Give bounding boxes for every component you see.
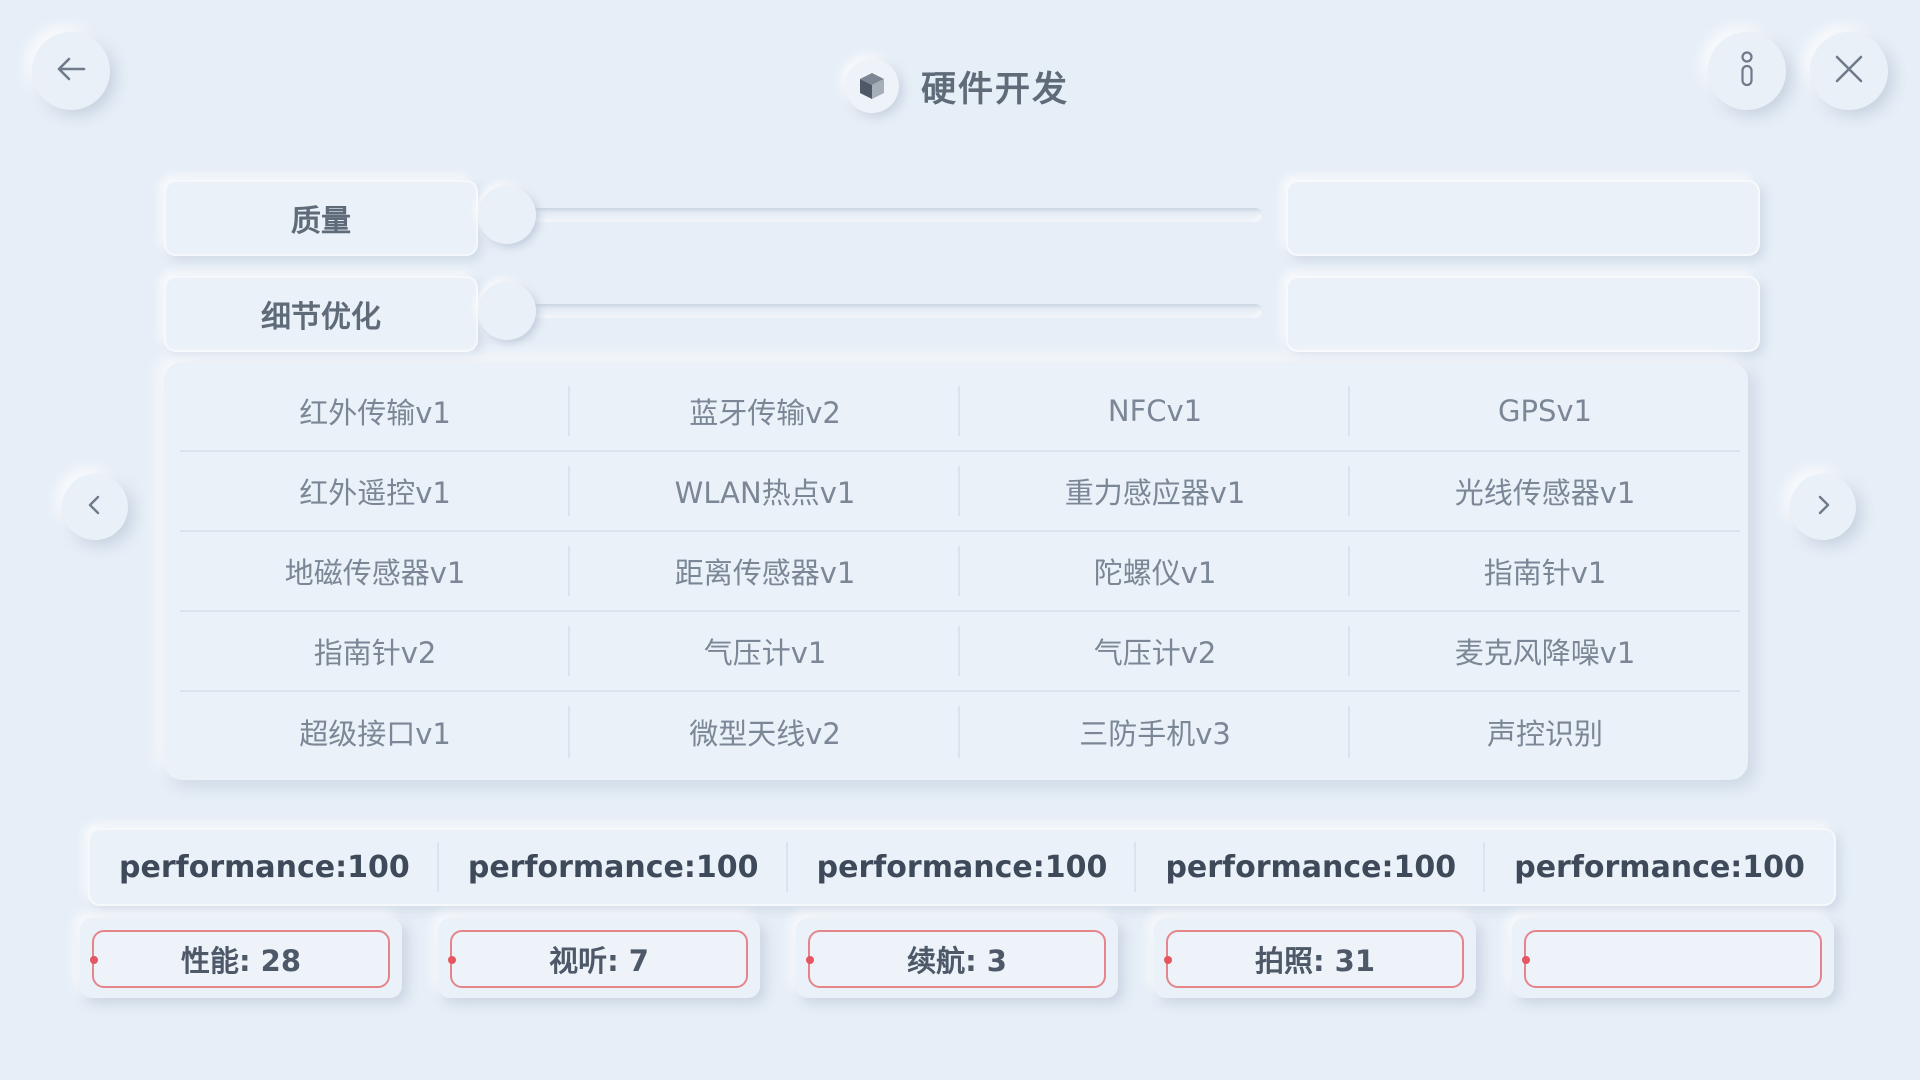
module-item[interactable]: 气压计v2 <box>960 612 1350 692</box>
stat-card-performance: 性能: 28 <box>80 918 402 998</box>
stat-pill[interactable]: 续航: 3 <box>806 930 1106 988</box>
module-item[interactable]: GPSv1 <box>1350 372 1740 452</box>
stat-label: 拍照: 31 <box>1254 944 1376 978</box>
detail-optimization-label: 细节优化 <box>164 276 478 352</box>
module-item[interactable]: 麦克风降噪v1 <box>1350 612 1740 692</box>
performance-value: performance:100 <box>439 830 788 904</box>
performance-value: performance:100 <box>1136 830 1485 904</box>
stat-pill[interactable]: 性能: 28 <box>90 930 390 988</box>
quality-value-box <box>1286 180 1760 256</box>
stat-dot <box>90 956 98 964</box>
cube-icon <box>845 59 899 113</box>
module-item[interactable]: 超级接口v1 <box>180 692 570 772</box>
performance-bar: performance:100 performance:100 performa… <box>88 828 1836 906</box>
close-button[interactable] <box>1810 32 1888 110</box>
stat-card-battery: 续航: 3 <box>796 918 1118 998</box>
performance-value: performance:100 <box>1514 849 1805 885</box>
stat-pill[interactable]: 视听: 7 <box>448 930 748 988</box>
stat-dot <box>806 956 814 964</box>
module-item[interactable]: 蓝牙传输v2 <box>570 372 960 452</box>
module-grid-panel: 红外传输v1 蓝牙传输v2 NFCv1 GPSv1 红外遥控v1 WLAN热点v… <box>164 362 1748 780</box>
performance-value: performance:100 <box>90 830 439 904</box>
arrow-left-icon <box>54 52 88 90</box>
page-header: 硬件开发 <box>845 58 1069 114</box>
page-title: 硬件开发 <box>921 69 1070 110</box>
performance-value: performance:100 <box>788 830 1137 904</box>
stat-label: 性能: 28 <box>180 944 302 978</box>
detail-slider-knob[interactable] <box>478 282 536 340</box>
stat-card-audiovisual: 视听: 7 <box>438 918 760 998</box>
quality-slider-track[interactable] <box>484 208 1262 222</box>
prev-page-button[interactable] <box>62 474 128 540</box>
quality-label: 质量 <box>164 180 478 256</box>
module-item[interactable]: 距离传感器v1 <box>570 532 960 612</box>
stat-pill[interactable] <box>1522 930 1822 988</box>
module-item[interactable]: 三防手机v3 <box>960 692 1350 772</box>
module-item[interactable]: 指南针v2 <box>180 612 570 692</box>
chevron-right-icon <box>1812 494 1834 520</box>
module-item[interactable]: NFCv1 <box>960 372 1350 452</box>
module-grid: 红外传输v1 蓝牙传输v2 NFCv1 GPSv1 红外遥控v1 WLAN热点v… <box>180 372 1740 772</box>
info-button[interactable] <box>1708 32 1786 110</box>
detail-value-box <box>1286 276 1760 352</box>
stat-label: 续航: 3 <box>907 944 1007 978</box>
module-item[interactable]: WLAN热点v1 <box>570 452 960 532</box>
back-button[interactable] <box>32 32 110 110</box>
stat-dot <box>1522 956 1530 964</box>
module-item[interactable]: 指南针v1 <box>1350 532 1740 612</box>
stat-dot <box>448 956 456 964</box>
chevron-left-icon <box>84 494 106 520</box>
module-item[interactable]: 气压计v1 <box>570 612 960 692</box>
stat-dot <box>1164 956 1172 964</box>
module-item[interactable]: 声控识别 <box>1350 692 1740 772</box>
next-page-button[interactable] <box>1790 474 1856 540</box>
module-item[interactable]: 红外遥控v1 <box>180 452 570 532</box>
stat-card-camera: 拍照: 31 <box>1154 918 1476 998</box>
stat-label: 视听: 7 <box>549 944 649 978</box>
module-item[interactable]: 陀螺仪v1 <box>960 532 1350 612</box>
stat-pill[interactable]: 拍照: 31 <box>1164 930 1464 988</box>
module-item[interactable]: 地磁传感器v1 <box>180 532 570 612</box>
stat-card-empty <box>1512 918 1834 998</box>
module-item[interactable]: 光线传感器v1 <box>1350 452 1740 532</box>
info-icon <box>1737 49 1757 93</box>
quality-slider-knob[interactable] <box>478 186 536 244</box>
close-icon <box>1832 52 1866 90</box>
slider-row-detail: 细节优化 <box>164 276 1760 354</box>
slider-row-quality: 质量 <box>164 180 1760 258</box>
module-item[interactable]: 红外传输v1 <box>180 372 570 452</box>
module-item[interactable]: 微型天线v2 <box>570 692 960 772</box>
module-item[interactable]: 重力感应器v1 <box>960 452 1350 532</box>
detail-slider-track[interactable] <box>484 304 1262 318</box>
